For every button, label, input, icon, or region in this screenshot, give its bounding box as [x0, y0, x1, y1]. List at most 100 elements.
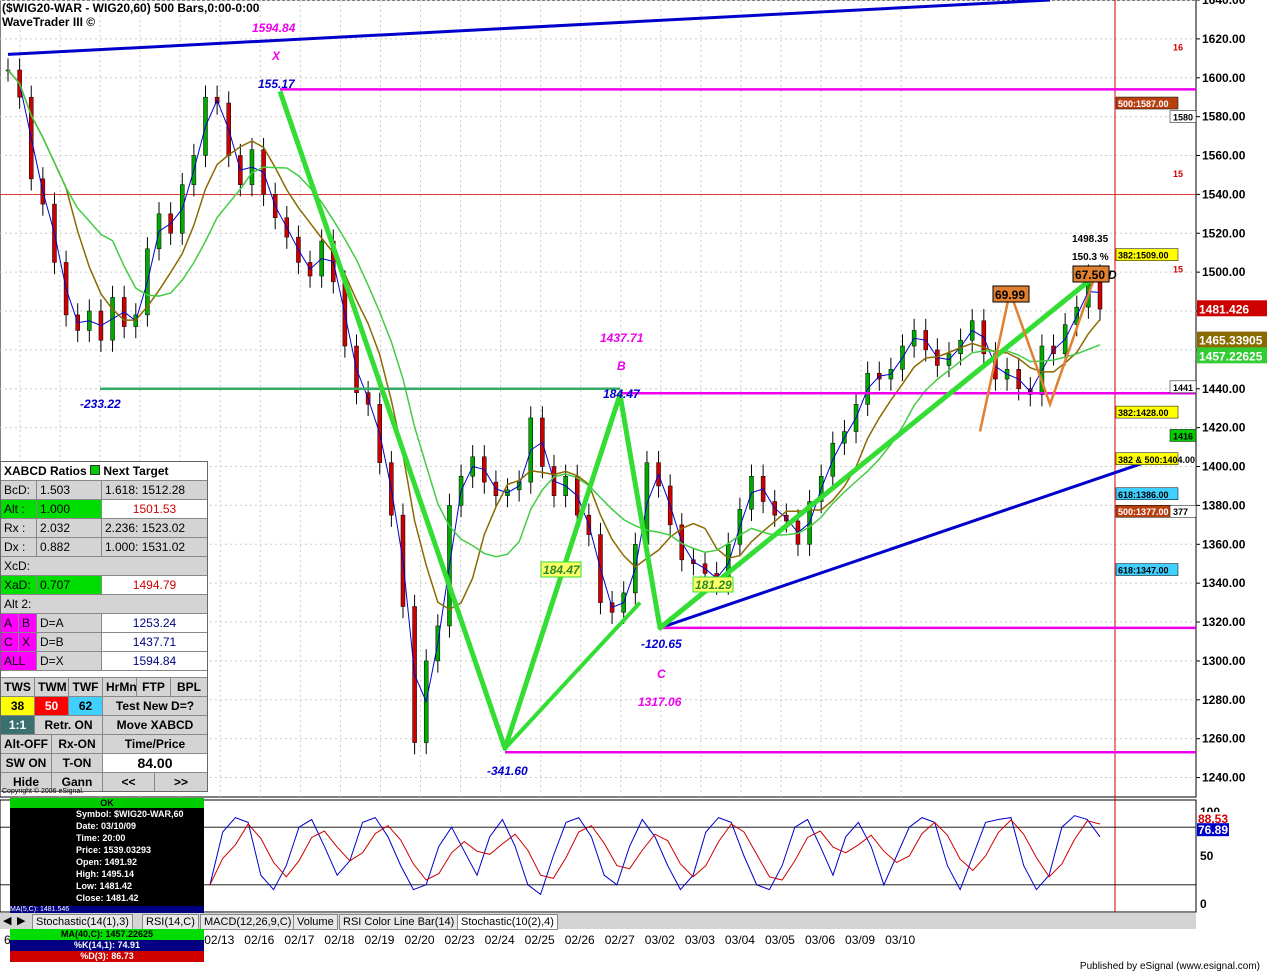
- info-open: 1491.92: [104, 857, 138, 867]
- d-value-label: 1498.35: [1072, 234, 1109, 245]
- next-button[interactable]: >>: [155, 773, 207, 791]
- c-point-label: C: [657, 667, 666, 681]
- ma2-price-label: 1457.22625: [1199, 349, 1263, 363]
- y-tick-label: 1540.00: [1202, 187, 1246, 201]
- low-value-label: -341.60: [487, 764, 528, 778]
- price-value: 84.00: [137, 755, 173, 771]
- tab-macd[interactable]: MACD(12,26,9,C): [200, 914, 296, 930]
- alt-val: 1.000: [37, 500, 102, 518]
- x-tick-label: 03/04: [725, 933, 755, 947]
- prev-button[interactable]: <<: [103, 773, 155, 791]
- x-tick-label: 02/16: [244, 933, 274, 947]
- bcd-val: 1.503: [37, 481, 102, 499]
- a-value-label: -233.22: [80, 397, 121, 411]
- right-tag-text: 16: [1173, 43, 1183, 53]
- y-tick-label: 1400.00: [1202, 460, 1246, 474]
- x-tick-label: 02/27: [605, 933, 635, 947]
- x-tick-label: 03/06: [805, 933, 835, 947]
- y-tick-label: 1440.00: [1202, 382, 1246, 396]
- b-value-label: 1437.71: [600, 331, 644, 345]
- target-label-text: 618:1347.00: [1118, 566, 1169, 576]
- target-label-text: 500:1587.00: [1118, 99, 1169, 109]
- chart-title: ($WIG20-WAR - WIG20,60) 500 Bars,0:00-0:…: [2, 1, 260, 15]
- study-tabs: ◀ ▶ Stochastic(14(1),3) RSI(14,C) MACD(1…: [0, 912, 1196, 930]
- sw-on-button[interactable]: SW ON: [1, 754, 52, 772]
- tab-scroll-right-icon[interactable]: ▶: [17, 914, 25, 927]
- stoch-tick-label: 50: [1200, 849, 1214, 863]
- t-on-button[interactable]: T-ON: [52, 754, 103, 772]
- x-point-label: X: [271, 49, 281, 63]
- y-tick-label: 1300.00: [1202, 654, 1246, 668]
- y-tick-label: 1320.00: [1202, 615, 1246, 629]
- rx-on-button[interactable]: Rx-ON: [52, 735, 103, 753]
- x-tick-label: 02/19: [364, 933, 394, 947]
- target-label-text: 382:1428.00: [1118, 408, 1169, 418]
- info-high: 1495.14: [101, 869, 135, 879]
- d-eq-a-label: D=A: [37, 614, 102, 632]
- time-price-button[interactable]: Time/Price: [103, 735, 207, 753]
- x-tick-label: 02/23: [445, 933, 475, 947]
- y-tick-label: 1500.00: [1202, 265, 1246, 279]
- chart-subtitle: WaveTrader III ©: [2, 15, 96, 29]
- ma40-readout: MA(40,C): 1457.22625: [10, 929, 204, 940]
- dx-target: 1.000: 1531.02: [102, 538, 207, 556]
- y-tick-label: 1380.00: [1202, 498, 1246, 512]
- last-price-label: 1481.426: [1199, 302, 1249, 316]
- xad-key: XaD:: [1, 576, 37, 594]
- num-38-button[interactable]: 38: [1, 697, 35, 715]
- btn-x[interactable]: X: [19, 633, 37, 651]
- bcd-key: BcD:: [1, 481, 37, 499]
- right-tag-text: 15: [1173, 264, 1183, 274]
- b-retr-label: 184.47: [603, 387, 641, 401]
- info-time: 20:00: [102, 833, 126, 843]
- move-xabcd-button[interactable]: Move XABCD: [103, 716, 207, 734]
- y-tick-label: 1580.00: [1202, 110, 1246, 124]
- target-label-text: 500:1377.00: [1118, 507, 1169, 517]
- tab-volume[interactable]: Volume: [293, 914, 338, 930]
- twf-button[interactable]: TWF: [69, 678, 103, 696]
- xad-val: 0.707: [37, 576, 102, 594]
- test-new-button[interactable]: Test New D=?: [103, 697, 207, 715]
- tab-scroll-left-icon[interactable]: ◀: [3, 914, 11, 927]
- btn-all[interactable]: ALL: [1, 652, 37, 670]
- x-retr-label: 155.17: [258, 77, 296, 91]
- hrmn-button[interactable]: HrMn: [103, 678, 137, 696]
- tab-rsi[interactable]: RSI(14,C): [142, 914, 199, 930]
- btn-c[interactable]: C: [1, 633, 19, 651]
- alt-key: Alt :: [1, 500, 37, 518]
- tab-stochastic-10[interactable]: Stochastic(10(2),4): [457, 914, 558, 930]
- y-tick-label: 1640.00: [1202, 0, 1246, 7]
- num-50-button[interactable]: 50: [35, 697, 69, 715]
- d-eq-a-value: 1253.24: [132, 616, 177, 630]
- tab-stochastic-14[interactable]: Stochastic(14(1),3): [32, 914, 133, 930]
- retr-button[interactable]: Retr. ON: [35, 716, 103, 734]
- xabcd-panel: XABCD Ratios Next Target BcD: 1.503 1.618:…: [0, 461, 208, 792]
- x-tick-label: 02/18: [324, 933, 354, 947]
- copyright: Copyright © 2006 eSignal.: [2, 788, 84, 795]
- tws-button[interactable]: TWS: [1, 678, 35, 696]
- y-tick-label: 1620.00: [1202, 32, 1246, 46]
- x-tick-label: 02/20: [405, 933, 435, 947]
- tab-rsi-color-line[interactable]: RSI Color Line Bar(14): [339, 914, 459, 930]
- num-62-button[interactable]: 62: [69, 697, 103, 715]
- stoch-d-value: 76.89: [1198, 823, 1228, 837]
- right-tag-text: 1416: [1173, 431, 1193, 441]
- stoch-tick-label: 0: [1200, 897, 1207, 911]
- leg-label-text: 181.29: [695, 578, 732, 592]
- x-tick-label: 03/02: [645, 933, 675, 947]
- info-low: 1481.42: [99, 881, 133, 891]
- btn-a[interactable]: A: [1, 614, 19, 632]
- right-tag-text: 1580: [1173, 113, 1193, 123]
- info-symbol: $WIG20-WAR,60: [114, 809, 184, 819]
- bpl-button[interactable]: BPL: [171, 678, 207, 696]
- twm-button[interactable]: TWM: [35, 678, 69, 696]
- btn-b[interactable]: B: [19, 614, 37, 632]
- y-tick-label: 1260.00: [1202, 732, 1246, 746]
- d-eq-b-value: 1437.71: [132, 635, 177, 649]
- panel-title: XABCD Ratios: [4, 464, 87, 478]
- ratio-button[interactable]: 1:1: [1, 716, 35, 734]
- ftp-button[interactable]: FTP: [137, 678, 171, 696]
- leg-label-text: 184.47: [543, 563, 581, 577]
- ok-bar: OK: [10, 798, 204, 808]
- alt-off-button[interactable]: Alt-OFF: [1, 735, 52, 753]
